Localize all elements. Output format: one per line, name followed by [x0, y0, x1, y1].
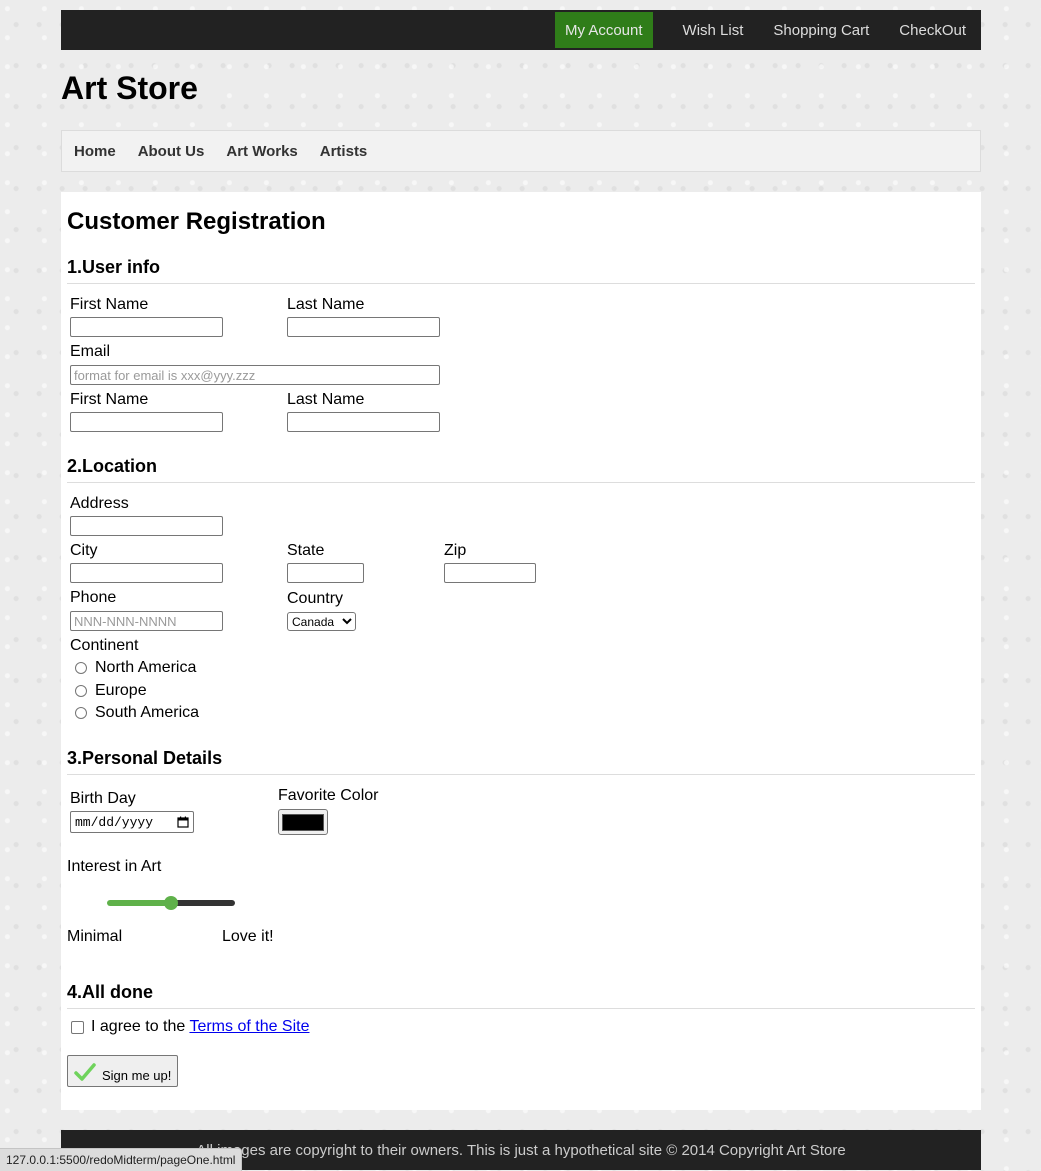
address-label: Address — [70, 495, 129, 512]
first-name-input[interactable] — [70, 317, 223, 337]
radio-label: South America — [95, 704, 200, 721]
radio-label: North America — [95, 659, 197, 676]
phone-input[interactable] — [70, 611, 223, 631]
last-name-input[interactable] — [287, 317, 440, 337]
agree-text: I agree to the Terms of the Site — [91, 1018, 310, 1036]
birth-day-label: Birth Day — [70, 790, 136, 807]
terms-link[interactable]: Terms of the Site — [189, 1018, 309, 1035]
slider-max-label: Love it! — [222, 928, 274, 945]
radio-north-america[interactable]: North America — [75, 659, 196, 677]
top-nav-bar: My Account Wish List Shopping Cart Check… — [61, 10, 981, 50]
country-label: Country — [287, 590, 344, 607]
favorite-color-label: Favorite Color — [278, 787, 379, 804]
status-url: 127.0.0.1:5500/redoMidterm/pageOne.html — [6, 1153, 236, 1167]
continent-label: Continent — [70, 637, 139, 654]
state-label: State — [287, 542, 325, 559]
page-title: Customer Registration — [67, 208, 326, 235]
my-account-link[interactable]: My Account — [555, 12, 653, 48]
email-label: Email — [70, 343, 111, 360]
checkout-link[interactable]: CheckOut — [884, 10, 981, 50]
radio-europe[interactable]: Europe — [75, 682, 147, 700]
interest-slider[interactable] — [107, 896, 235, 910]
first-name-label-2: First Name — [70, 391, 149, 408]
nav-about-us[interactable]: About Us — [126, 143, 215, 160]
radio-button[interactable] — [75, 685, 87, 697]
section-personal-details-title: 3.Personal Details — [67, 748, 223, 768]
last-name-label: Last Name — [287, 296, 365, 313]
slider-track-empty — [171, 900, 235, 906]
sign-up-label: Sign me up! — [102, 1068, 172, 1083]
nav-art-works[interactable]: Art Works — [214, 143, 307, 160]
section-divider — [67, 1008, 975, 1009]
shopping-cart-link[interactable]: Shopping Cart — [758, 10, 884, 50]
state-input[interactable] — [287, 563, 364, 583]
section-divider — [67, 482, 975, 483]
radio-button[interactable] — [75, 707, 87, 719]
birth-day-input[interactable]: mm/dd/yyyy — [70, 811, 194, 833]
agree-label: I agree to the — [91, 1018, 186, 1035]
address-input[interactable] — [70, 516, 223, 536]
city-input[interactable] — [70, 563, 223, 583]
section-divider — [67, 283, 975, 284]
interest-label: Interest in Art — [67, 858, 162, 875]
first-name-label: First Name — [70, 296, 149, 313]
section-all-done-title: 4.All done — [67, 982, 154, 1002]
nav-artists[interactable]: Artists — [308, 143, 378, 160]
radio-label: Europe — [95, 682, 147, 699]
radio-button[interactable] — [75, 662, 87, 674]
sign-up-button[interactable]: Sign me up! — [67, 1055, 178, 1087]
footer-text: All images are copyright to their owners… — [196, 1141, 846, 1159]
zip-input[interactable] — [444, 563, 536, 583]
section-location-title: 2.Location — [67, 456, 158, 476]
wish-list-link[interactable]: Wish List — [668, 10, 759, 50]
phone-label: Phone — [70, 589, 117, 606]
slider-min-label: Minimal — [67, 928, 123, 945]
color-picker[interactable] — [278, 809, 328, 835]
section-divider — [67, 774, 975, 775]
registration-form: Customer Registration 1.User info First … — [61, 192, 981, 1110]
last-name-input-2[interactable] — [287, 412, 440, 432]
agree-checkbox[interactable] — [71, 1021, 84, 1034]
site-brand: Art Store — [61, 70, 198, 106]
color-swatch — [282, 813, 324, 831]
slider-track-filled — [107, 900, 171, 906]
checkmark-icon — [74, 1063, 96, 1081]
calendar-icon[interactable] — [177, 816, 189, 828]
status-bar-url: 127.0.0.1:5500/redoMidterm/pageOne.html — [0, 1148, 243, 1171]
main-nav: Home About Us Art Works Artists — [61, 130, 981, 172]
radio-south-america[interactable]: South America — [75, 704, 199, 722]
country-select[interactable]: Canada — [287, 612, 356, 631]
nav-home[interactable]: Home — [62, 143, 126, 160]
last-name-label-2: Last Name — [287, 391, 365, 408]
city-label: City — [70, 542, 98, 559]
section-user-info-title: 1.User info — [67, 257, 161, 277]
zip-label: Zip — [444, 542, 467, 559]
email-input[interactable] — [70, 365, 440, 385]
first-name-input-2[interactable] — [70, 412, 223, 432]
slider-thumb[interactable] — [164, 896, 178, 910]
date-placeholder: mm/dd/yyyy — [75, 814, 154, 830]
